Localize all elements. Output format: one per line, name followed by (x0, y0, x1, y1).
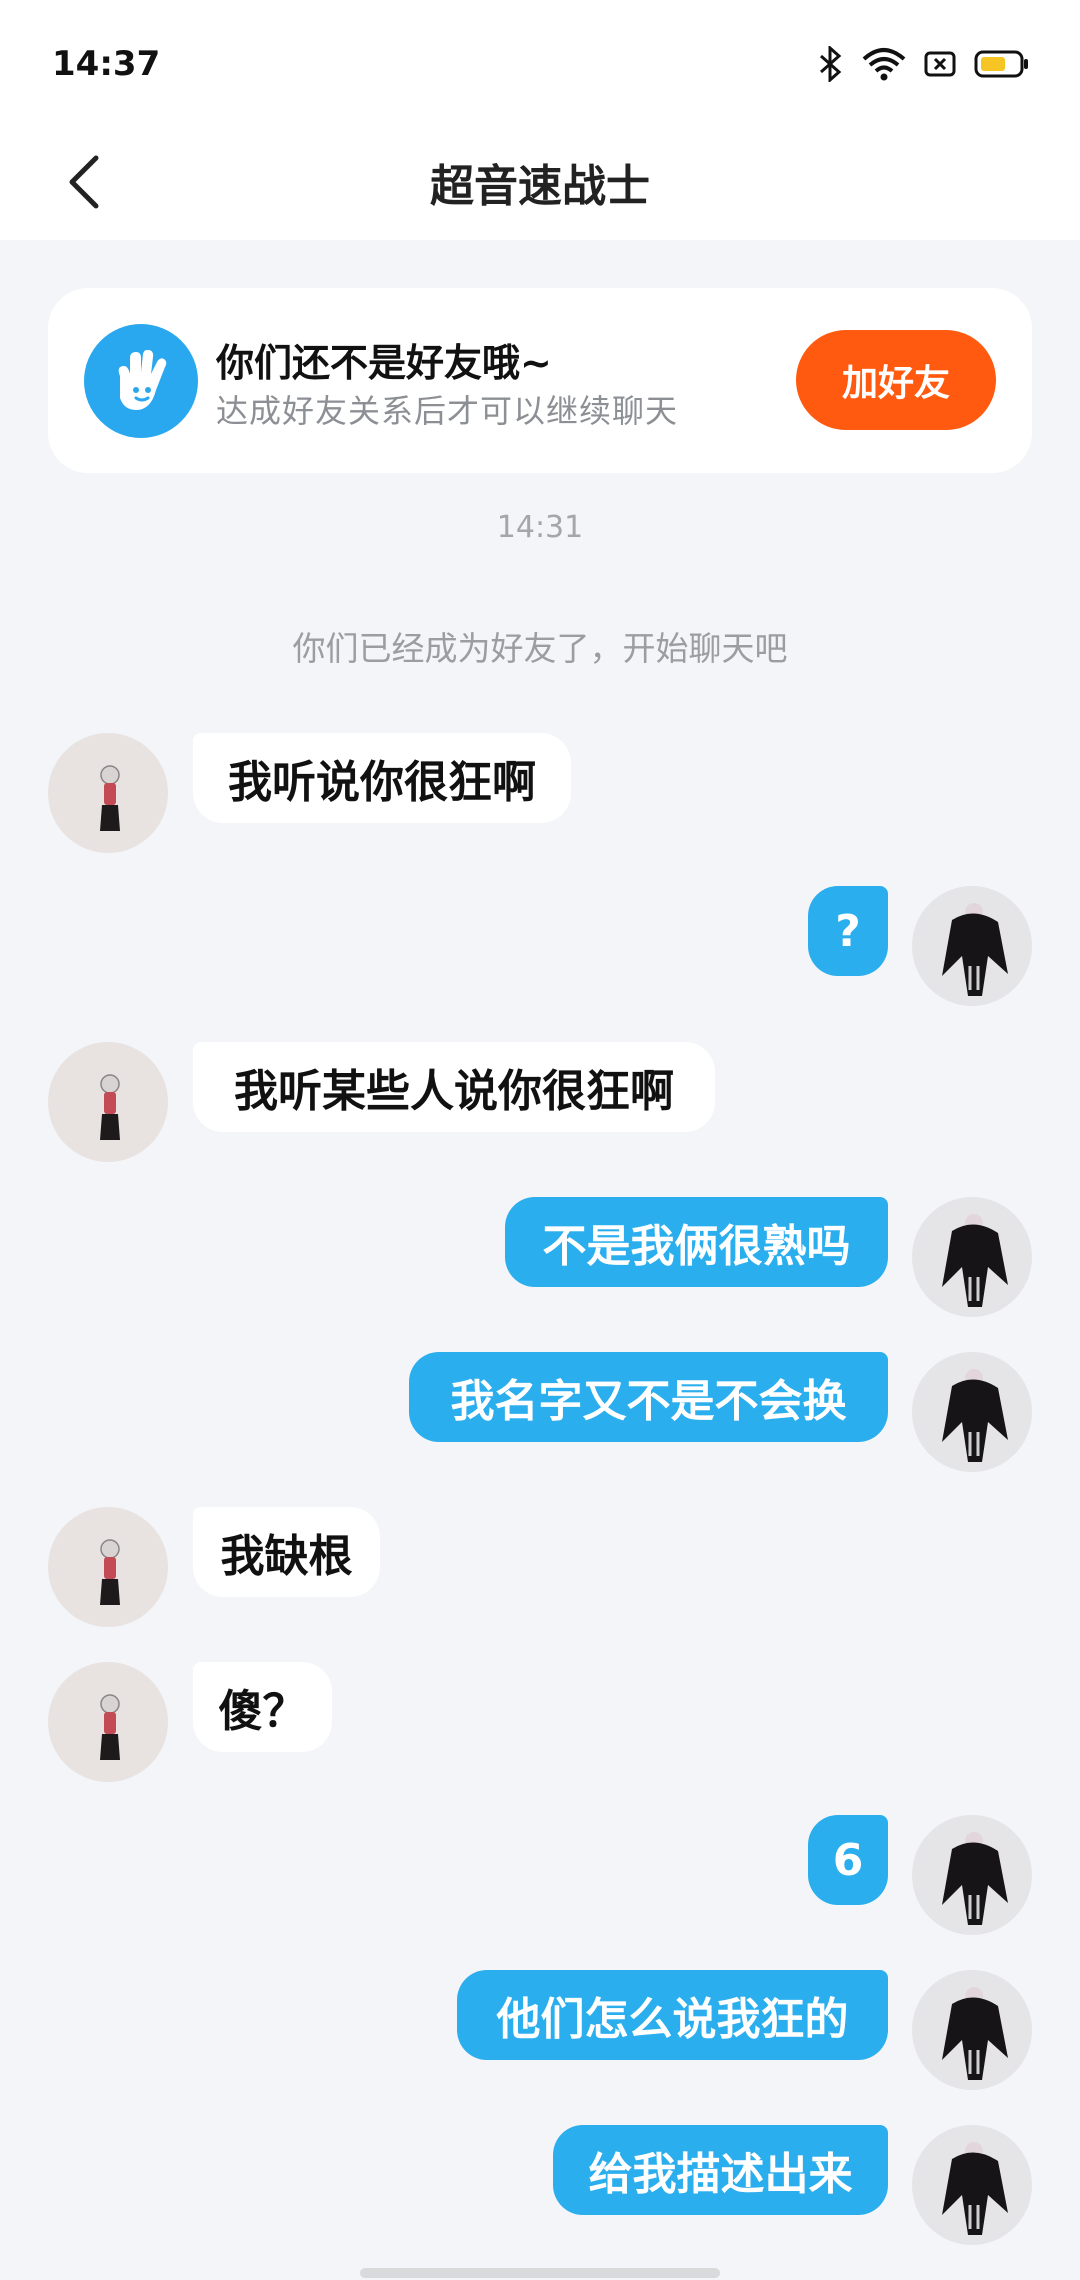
wifi-icon (862, 48, 906, 81)
status-bar: 14:37 (0, 0, 1080, 130)
message-bubble[interactable]: ? (808, 886, 888, 976)
sim-icon (924, 51, 956, 77)
my-avatar[interactable] (912, 886, 1032, 1006)
my-avatar[interactable] (912, 1197, 1032, 1317)
contact-avatar[interactable] (48, 1507, 168, 1627)
message-bubble[interactable]: 我听某些人说你很狂啊 (193, 1042, 715, 1132)
home-indicator[interactable] (360, 2268, 720, 2278)
message-bubble[interactable]: 给我描述出来 (553, 2125, 888, 2215)
chat-title: 超音速战士 (430, 161, 650, 212)
status-time: 14:37 (52, 44, 161, 84)
message-bubble[interactable]: 我听说你很狂啊 (193, 733, 571, 823)
message-bubble[interactable]: 他们怎么说我狂的 (457, 1970, 888, 2060)
message-bubble[interactable]: 6 (808, 1815, 888, 1905)
message-bubble[interactable]: 傻？ (193, 1662, 332, 1752)
card-title: 你们还不是好友哦~ (216, 341, 552, 385)
contact-avatar[interactable] (48, 1042, 168, 1162)
message-bubble[interactable]: 我名字又不是不会换 (409, 1352, 888, 1442)
message-bubble[interactable]: 不是我俩很熟吗 (505, 1197, 888, 1287)
add-friend-button[interactable]: 加好友 (796, 330, 996, 430)
add-friend-card: 你们还不是好友哦~ 达成好友关系后才可以继续聊天 加好友 (48, 288, 1032, 473)
my-avatar[interactable] (912, 1970, 1032, 2090)
contact-avatar[interactable] (48, 733, 168, 853)
my-avatar[interactable] (912, 2125, 1032, 2245)
card-subtitle: 达成好友关系后才可以继续聊天 (216, 392, 679, 430)
wave-hand-icon (84, 324, 198, 438)
contact-avatar[interactable] (48, 1662, 168, 1782)
system-message: 你们已经成为好友了，开始聊天吧 (292, 629, 788, 668)
battery-icon (974, 50, 1028, 78)
message-timestamp: 14:31 (496, 510, 584, 545)
bluetooth-icon (820, 46, 842, 82)
my-avatar[interactable] (912, 1352, 1032, 1472)
chat-header: 超音速战士 (0, 130, 1080, 240)
status-icons (818, 44, 1030, 84)
message-bubble[interactable]: 我缺根 (193, 1507, 380, 1597)
my-avatar[interactable] (912, 1815, 1032, 1935)
